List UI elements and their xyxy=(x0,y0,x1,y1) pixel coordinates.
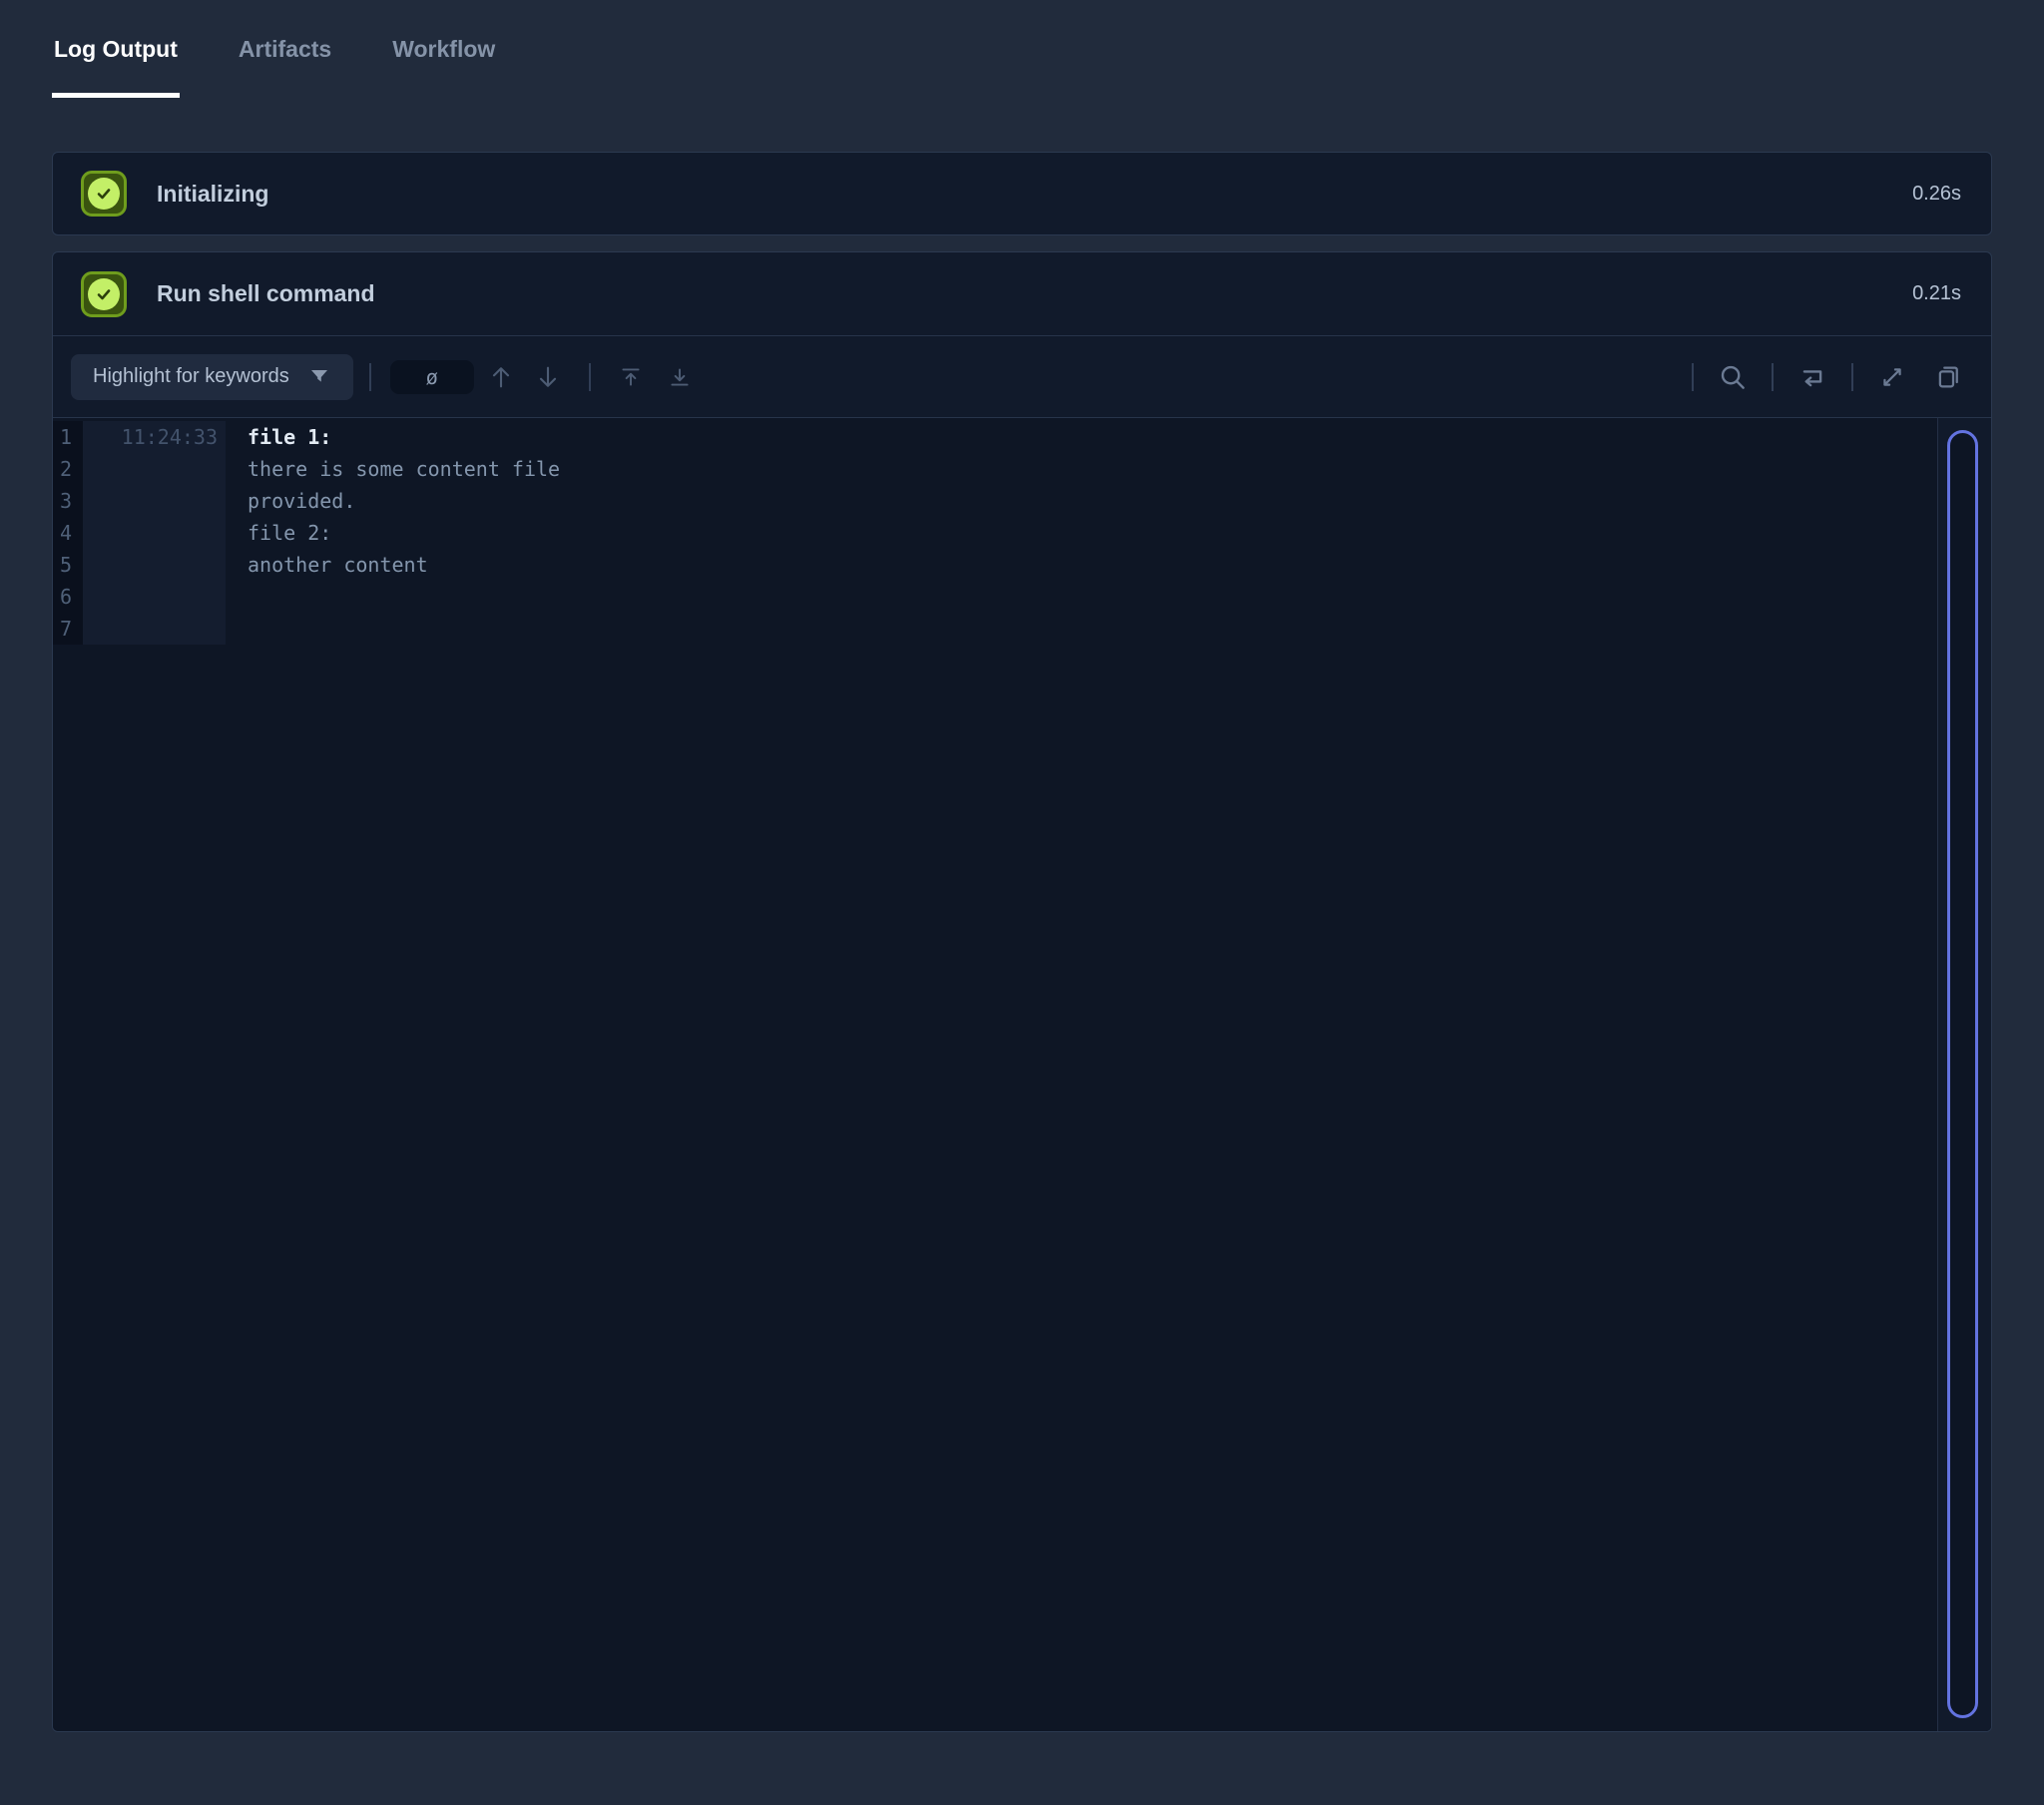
step-duration: 0.21s xyxy=(1912,282,1961,305)
step-status-passed-icon xyxy=(81,171,127,217)
log-scrollbar-thumb[interactable] xyxy=(1947,430,1978,1718)
log-page: Log Output Artifacts Workflow Initializi… xyxy=(0,0,2044,1732)
log-line: 6 xyxy=(53,581,1991,613)
line-number[interactable]: 3 xyxy=(53,485,83,517)
line-number[interactable]: 1 xyxy=(53,421,83,453)
line-text xyxy=(226,613,248,645)
line-text: another content xyxy=(226,549,428,581)
log-line: 2 there is some content file xyxy=(53,453,1991,485)
wrap-lines-button[interactable] xyxy=(1795,360,1829,394)
expand-log-button[interactable] xyxy=(1875,360,1909,394)
toolbar-divider xyxy=(1772,363,1774,391)
line-timestamp xyxy=(83,549,226,581)
line-text xyxy=(226,581,248,613)
tab-log-output[interactable]: Log Output xyxy=(52,28,180,98)
step-duration: 0.26s xyxy=(1912,183,1961,206)
line-timestamp xyxy=(83,613,226,645)
expand-icon xyxy=(1878,363,1906,391)
highlight-keywords-label: Highlight for keywords xyxy=(93,365,289,388)
step-title: Run shell command xyxy=(157,280,375,307)
toolbar-divider xyxy=(369,363,371,391)
line-timestamp xyxy=(83,517,226,549)
filter-icon xyxy=(307,365,331,389)
line-timestamp xyxy=(83,485,226,517)
log-line: 1 11:24:33 file 1: xyxy=(53,421,1991,453)
search-icon xyxy=(1718,362,1748,392)
line-timestamp: 11:24:33 xyxy=(83,421,226,453)
tab-artifacts[interactable]: Artifacts xyxy=(237,28,333,98)
log-scrollbar-track[interactable] xyxy=(1937,418,1991,1731)
log-toolbar-right xyxy=(1692,360,1965,394)
arrow-down-icon xyxy=(534,363,562,391)
line-number[interactable]: 5 xyxy=(53,549,83,581)
line-number[interactable]: 7 xyxy=(53,613,83,645)
wrap-lines-icon xyxy=(1797,362,1827,392)
tab-workflow[interactable]: Workflow xyxy=(390,28,497,98)
line-timestamp xyxy=(83,581,226,613)
match-count-badge: ø xyxy=(390,360,474,394)
log-lines: 1 11:24:33 file 1: 2 there is some conte… xyxy=(53,418,1991,645)
scroll-to-top-button[interactable] xyxy=(614,360,648,394)
step-title: Initializing xyxy=(157,181,268,208)
copy-log-button[interactable] xyxy=(1931,360,1965,394)
log-line: 7 xyxy=(53,613,1991,645)
step-card-initializing: Initializing 0.26s xyxy=(52,152,1992,235)
line-timestamp xyxy=(83,453,226,485)
step-header-run-shell-command[interactable]: Run shell command 0.21s xyxy=(53,252,1991,335)
check-icon xyxy=(88,178,120,210)
copy-icon xyxy=(1933,362,1963,392)
log-line: 4 file 2: xyxy=(53,517,1991,549)
step-card-run-shell-command: Run shell command 0.21s Highlight for ke… xyxy=(52,251,1992,1732)
line-text: file 1: xyxy=(226,421,331,453)
arrow-up-icon xyxy=(487,363,515,391)
log-line: 3 provided. xyxy=(53,485,1991,517)
scroll-to-top-icon xyxy=(618,364,644,390)
log-output-area: 1 11:24:33 file 1: 2 there is some conte… xyxy=(53,417,1991,1731)
step-status-passed-icon xyxy=(81,271,127,317)
scroll-to-bottom-button[interactable] xyxy=(663,360,697,394)
line-number[interactable]: 2 xyxy=(53,453,83,485)
toolbar-divider xyxy=(1692,363,1694,391)
step-header-initializing[interactable]: Initializing 0.26s xyxy=(53,153,1991,235)
line-text: file 2: xyxy=(226,517,331,549)
toolbar-divider xyxy=(589,363,591,391)
next-match-button[interactable] xyxy=(531,360,565,394)
scroll-to-bottom-icon xyxy=(667,364,693,390)
log-line: 5 another content xyxy=(53,549,1991,581)
toolbar-divider xyxy=(1851,363,1853,391)
line-number[interactable]: 6 xyxy=(53,581,83,613)
tab-bar: Log Output Artifacts Workflow xyxy=(52,28,1992,98)
log-toolbar: Highlight for keywords ø xyxy=(53,335,1991,417)
line-text: provided. xyxy=(226,485,355,517)
line-text: there is some content file xyxy=(226,453,560,485)
search-log-button[interactable] xyxy=(1716,360,1750,394)
previous-match-button[interactable] xyxy=(484,360,518,394)
line-number[interactable]: 4 xyxy=(53,517,83,549)
highlight-keywords-button[interactable]: Highlight for keywords xyxy=(71,354,353,400)
check-icon xyxy=(88,278,120,310)
